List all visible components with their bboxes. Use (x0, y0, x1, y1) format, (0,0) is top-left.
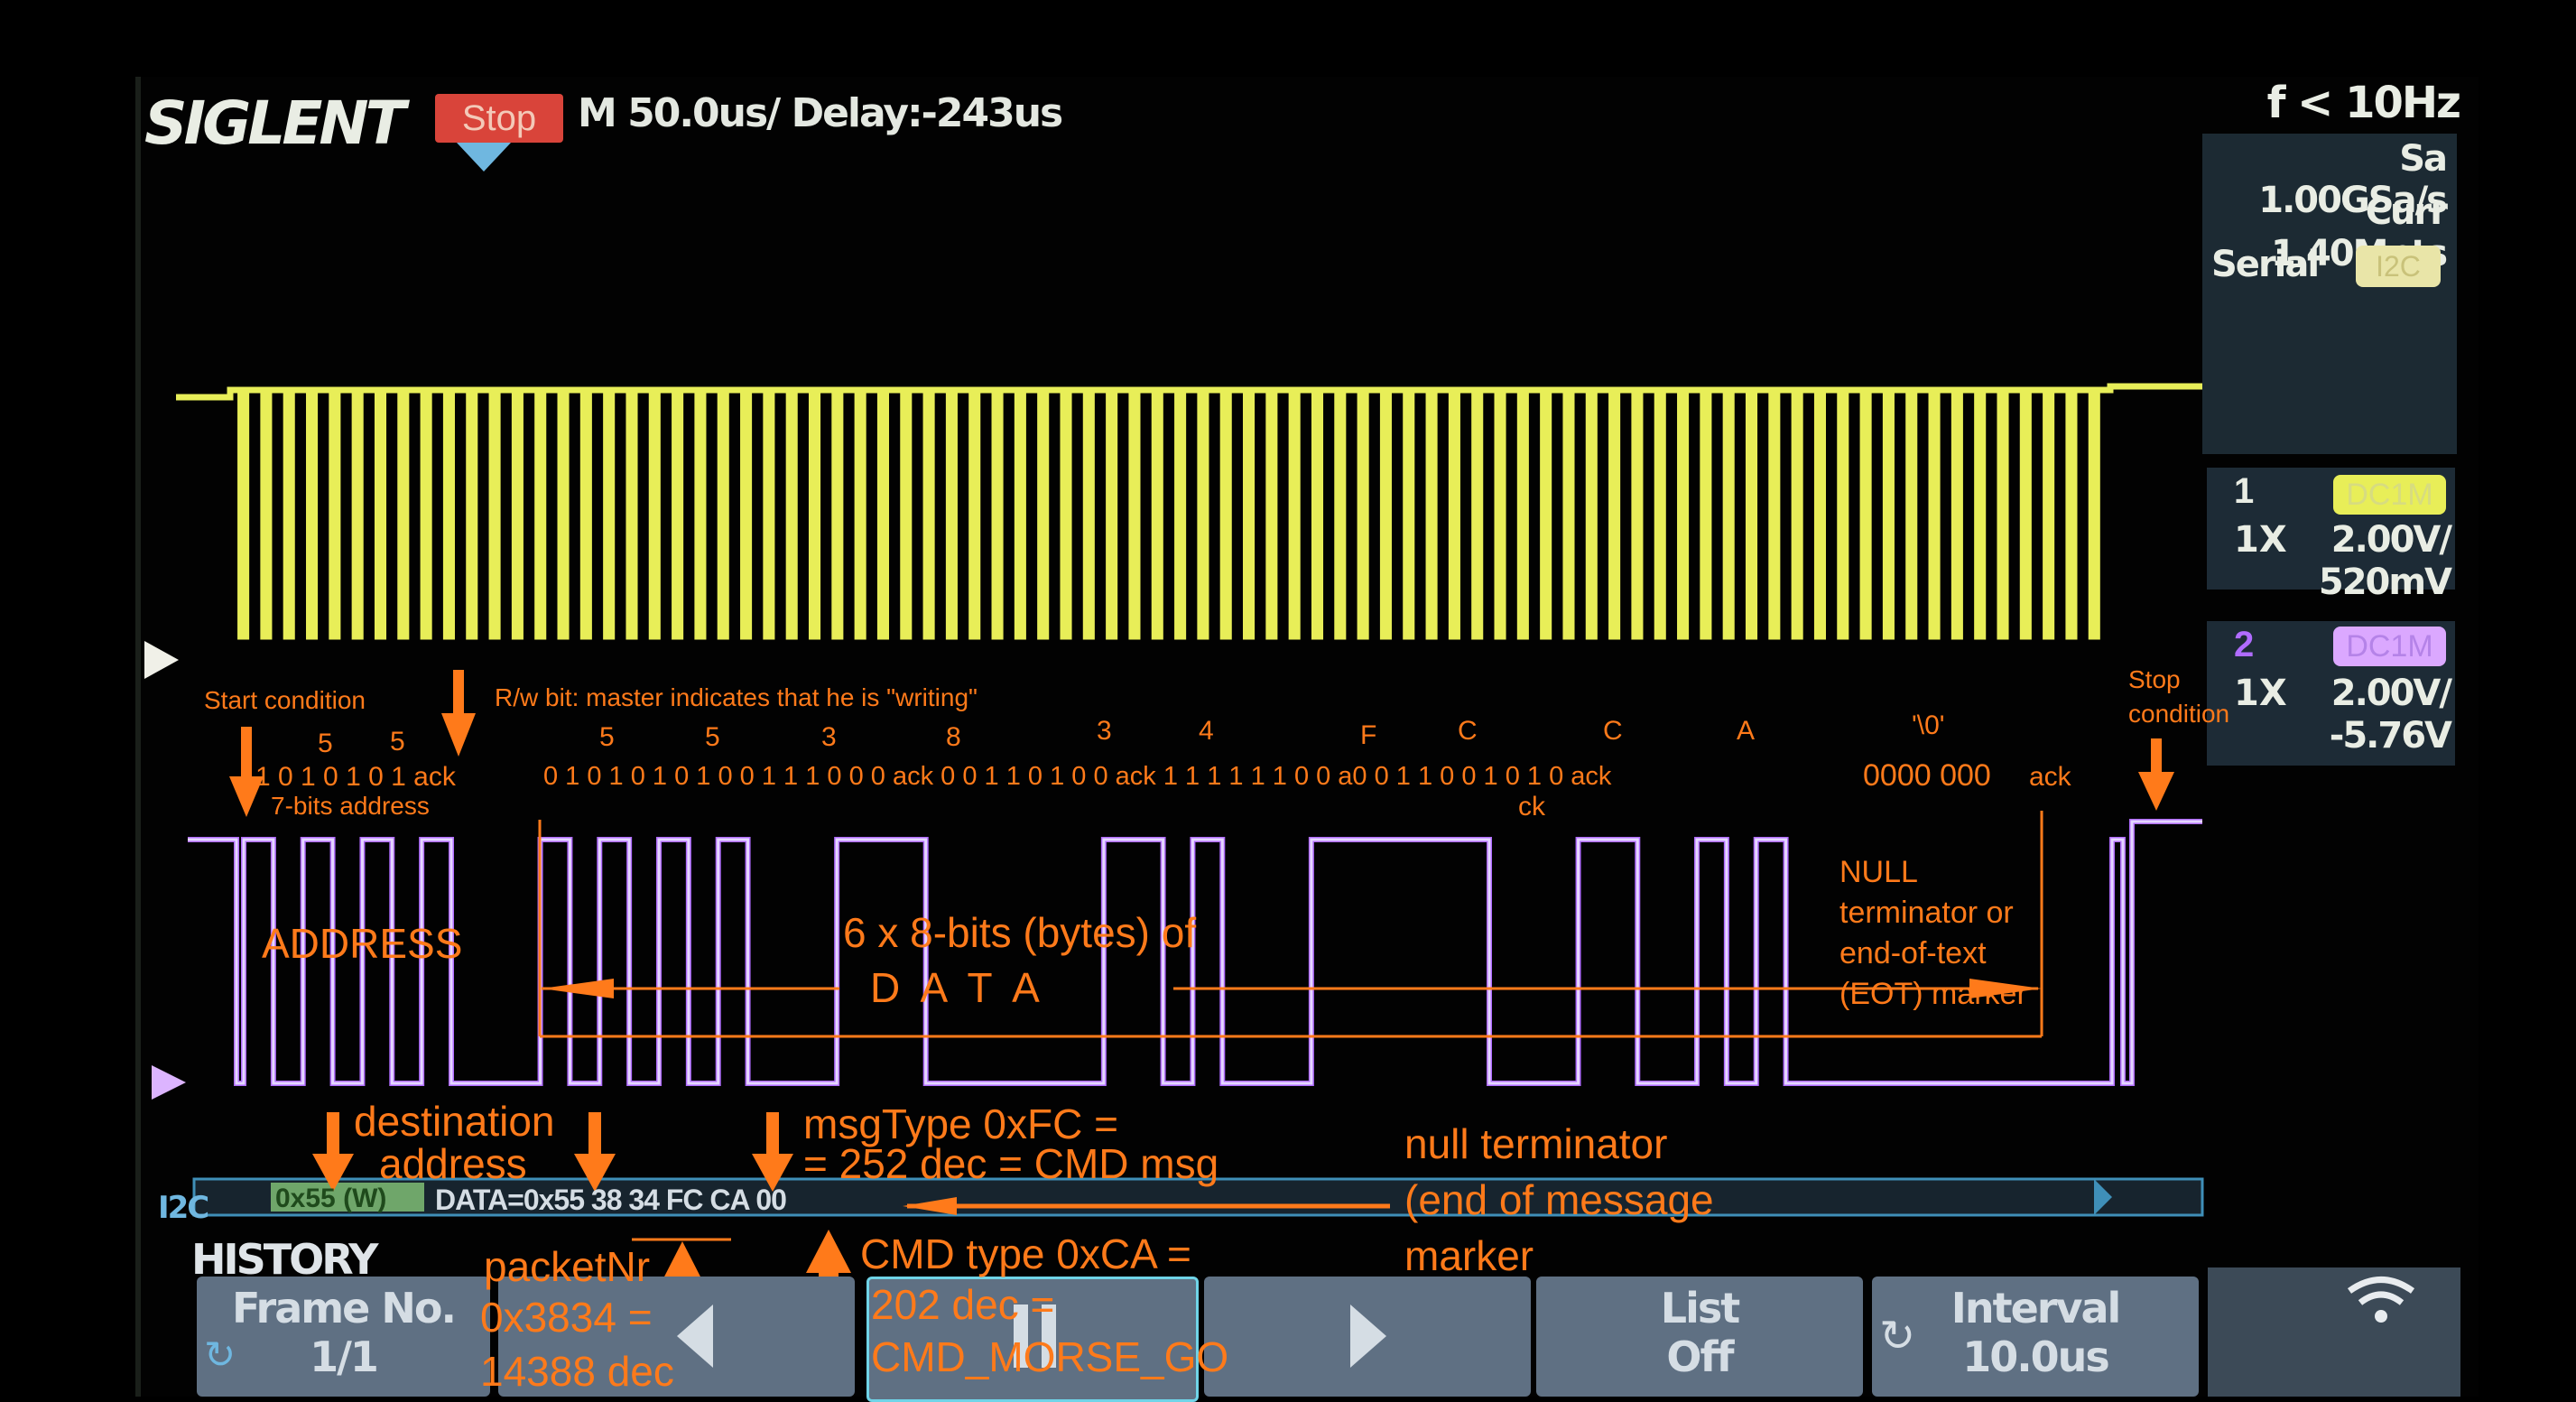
hex-digit: C (1603, 716, 1623, 746)
cmd-type-label-3: CMD_MORSE_GO (871, 1333, 1229, 1380)
frame-number-value: 1/1 (310, 1332, 379, 1381)
decode-address: 0x55 (W) (275, 1184, 387, 1213)
interval-button[interactable]: Interval 10.0us (1872, 1277, 2199, 1397)
null-terminator-label-3: marker (1404, 1232, 1534, 1279)
address-bits: 1 0 1 0 1 0 1 ack (255, 762, 456, 792)
channel-1-level-marker (144, 641, 179, 679)
eot-ack: ack (2029, 762, 2071, 792)
scl-clock-trace (176, 383, 2202, 640)
null-terminator-note-3: end-of-text (1839, 936, 1987, 970)
decode-bus-prefix: I2C (158, 1190, 209, 1226)
frame-number-button[interactable]: Frame No. 1/1 (197, 1277, 490, 1397)
hex-digit: '\0' (1912, 710, 1945, 740)
hex-digit: 4 (1199, 716, 1214, 746)
decode-data: DATA=0x55 38 34 FC CA 00 (435, 1184, 787, 1216)
rw-bit-label: R/w bit: master indicates that he is "wr… (495, 683, 978, 711)
null-terminator-note-4: (EOT) marker (1839, 977, 2027, 1011)
play-backward-icon (677, 1305, 713, 1368)
packet-number-label-1: packetNr (484, 1243, 651, 1290)
hex-digit: 5 (390, 727, 405, 757)
null-terminator-note-2: terminator or (1839, 896, 2014, 930)
cmd-type-label-1: CMD type 0xCA = (860, 1230, 1191, 1277)
list-button[interactable]: List Off (1536, 1277, 1863, 1397)
null-terminator-label-2: (end of message (1404, 1176, 1714, 1223)
data-title-label: 6 x 8-bits (bytes) of (843, 909, 1197, 956)
cmd-type-label-2: 202 dec = (871, 1281, 1055, 1328)
destination-label-1: destination (354, 1098, 555, 1145)
hex-digit: C (1458, 716, 1478, 746)
start-condition-label: Start condition (204, 686, 366, 714)
hex-digit: A (1737, 716, 1756, 746)
interval-label: Interval (1951, 1284, 2122, 1332)
interval-value: 10.0us (1962, 1332, 2110, 1381)
list-label: List (1660, 1284, 1740, 1332)
data-letters-label: D A T A (870, 964, 1045, 1011)
null-terminator-note-1: NULL (1839, 855, 1918, 889)
msgtype-label-2: = 252 dec = CMD msg (803, 1140, 1219, 1187)
interval-knob-icon: ↻ (1879, 1313, 1916, 1360)
hex-digit: 3 (821, 722, 837, 752)
hex-digit: 8 (946, 722, 961, 752)
hex-digit: F (1360, 720, 1377, 750)
address-label: ADDRESS (262, 920, 463, 967)
play-forward-icon (1350, 1305, 1386, 1368)
destination-label-2: address (379, 1140, 527, 1187)
list-value: Off (1666, 1332, 1734, 1381)
wifi-icon (2347, 1277, 2415, 1323)
channel-2-level-marker (152, 1065, 186, 1100)
stop-condition-label-1: Stop (2128, 665, 2181, 693)
stop-condition-label-2: condition (2128, 700, 2230, 728)
hex-digit: 5 (705, 722, 720, 752)
ack-fragment: ck (1518, 792, 1545, 822)
frame-number-label: Frame No. (232, 1284, 457, 1332)
eot-bits: 0000 000 (1863, 758, 1991, 793)
data-bits: 0 1 0 1 0 1 0 1 0 0 1 1 1 0 0 0 ack 0 0 … (543, 762, 1612, 791)
null-terminator-label-1: null terminator (1404, 1120, 1668, 1167)
frame-knob-icon: ↻ (204, 1333, 236, 1376)
wifi-status-area (2208, 1267, 2460, 1397)
packet-number-label-3: 14388 dec (480, 1348, 674, 1395)
hex-digit: 3 (1097, 716, 1112, 746)
seven-bit-address-label: 7-bits address (271, 792, 430, 820)
hex-digit: 5 (599, 722, 615, 752)
packet-number-label-2: 0x3834 = (480, 1294, 653, 1341)
hex-digit: 5 (318, 729, 333, 758)
